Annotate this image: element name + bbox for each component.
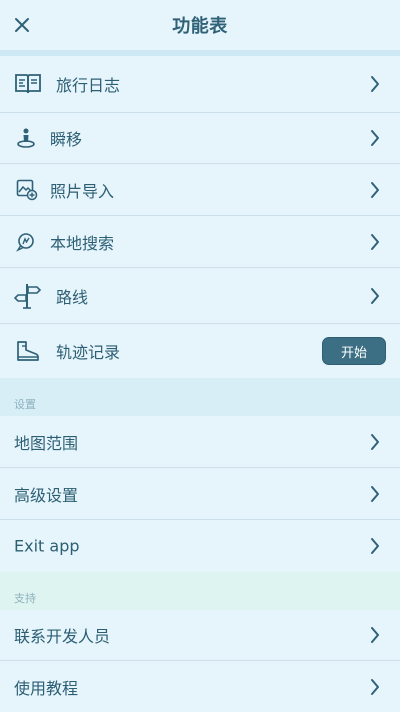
chevron-right-icon xyxy=(368,626,382,644)
start-tracking-button[interactable]: 开始 xyxy=(322,337,386,365)
local-search-icon xyxy=(16,232,36,252)
menu-item-label: 旅行日志 xyxy=(56,76,121,95)
menu-item-label: Exit app xyxy=(14,536,80,556)
section-title: 设置 xyxy=(14,398,36,411)
section-title: 支持 xyxy=(14,592,36,605)
chevron-right-icon xyxy=(368,75,382,93)
menu-item-label: 照片导入 xyxy=(50,181,115,201)
menu-item-label: 瞬移 xyxy=(50,130,83,149)
chevron-right-icon xyxy=(368,485,382,503)
menu-item-label: 地图范围 xyxy=(14,433,79,453)
chevron-right-icon xyxy=(368,181,382,199)
menu-item-label: 高级设置 xyxy=(14,485,79,505)
support-item-contact-developer[interactable]: 联系开发人员 xyxy=(0,610,400,661)
support-item-tutorial[interactable]: 使用教程 xyxy=(0,661,400,712)
page-title: 功能表 xyxy=(172,16,228,37)
menu-item-label: 使用教程 xyxy=(14,678,79,698)
settings-item-exit-app[interactable]: Exit app xyxy=(0,520,400,572)
journal-book-icon xyxy=(14,73,42,95)
chevron-right-icon xyxy=(368,233,382,251)
menu-item-photo-import[interactable]: 照片导入 xyxy=(0,164,400,216)
settings-item-advanced[interactable]: 高级设置 xyxy=(0,468,400,520)
menu-item-label: 联系开发人员 xyxy=(14,627,111,646)
section-header-settings: 设置 xyxy=(0,378,400,416)
signpost-icon xyxy=(14,282,42,310)
menu-item-track-recording: 轨迹记录 开始 xyxy=(0,324,400,378)
menu-item-routes[interactable]: 路线 xyxy=(0,268,400,324)
photo-import-icon xyxy=(16,179,38,201)
teleport-person-icon xyxy=(16,127,36,149)
menu-item-travel-journal[interactable]: 旅行日志 xyxy=(0,56,400,113)
chevron-right-icon xyxy=(368,287,382,305)
settings-item-map-range[interactable]: 地图范围 xyxy=(0,416,400,468)
top-bar: 功能表 xyxy=(0,0,400,50)
chevron-right-icon xyxy=(368,433,382,451)
chevron-right-icon xyxy=(368,537,382,555)
menu-item-label: 本地搜索 xyxy=(50,233,115,253)
menu-item-label: 轨迹记录 xyxy=(56,343,121,362)
boot-icon xyxy=(14,340,40,362)
menu-item-teleport[interactable]: 瞬移 xyxy=(0,113,400,164)
chevron-right-icon xyxy=(368,678,382,696)
section-header-support: 支持 xyxy=(0,572,400,610)
chevron-right-icon xyxy=(368,129,382,147)
menu-item-label: 路线 xyxy=(56,287,89,307)
menu-item-local-search[interactable]: 本地搜索 xyxy=(0,216,400,268)
